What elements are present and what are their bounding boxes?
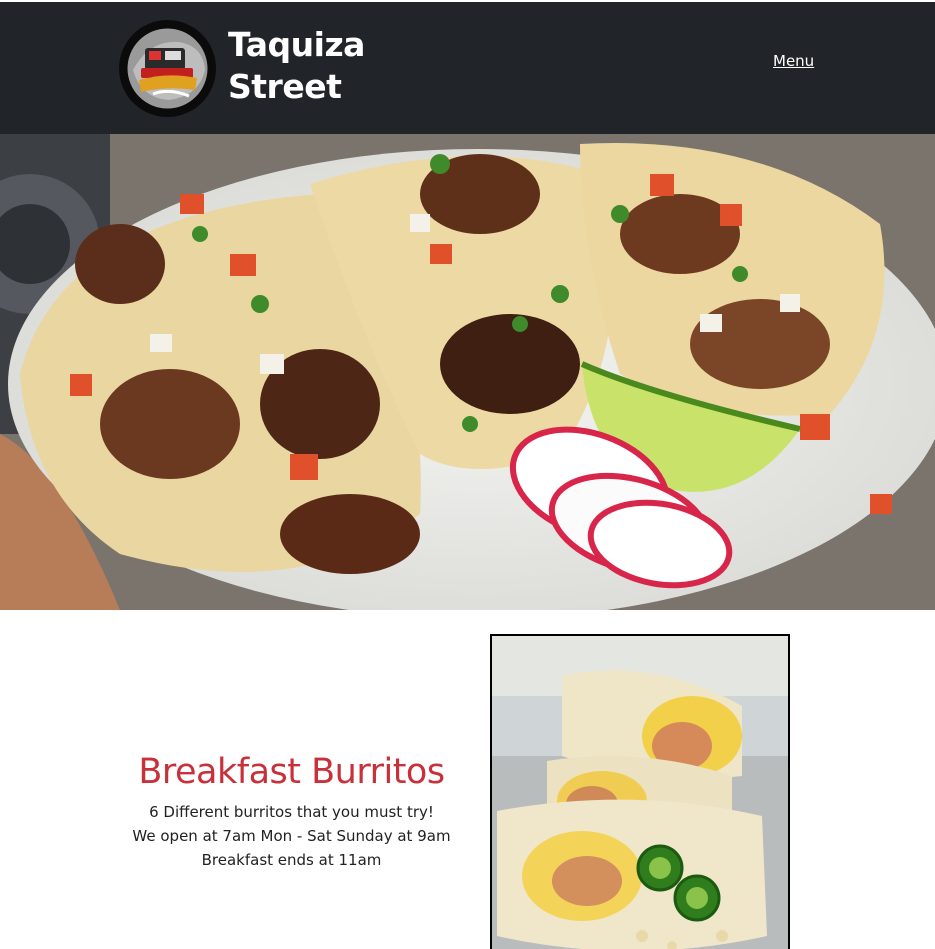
feature-line-1: 6 Different burritos that you must try! xyxy=(149,803,434,821)
burrito-illustration xyxy=(492,636,788,949)
menu-link[interactable]: Menu xyxy=(773,52,814,70)
feature-title: Breakfast Burritos xyxy=(138,752,445,792)
navbar: Taquiza Street Menu xyxy=(0,2,935,134)
brand-logo[interactable] xyxy=(119,20,216,117)
brand-line-1: Taquiza xyxy=(228,25,365,64)
tacos-plate-illustration xyxy=(0,134,935,610)
feature-line-3: Breakfast ends at 11am xyxy=(201,851,382,869)
brand-name[interactable]: Taquiza Street xyxy=(228,24,365,108)
breakfast-burritos-section: Breakfast Burritos 6 Different burritos … xyxy=(100,750,483,872)
feature-line-2: We open at 7am Mon - Sat Sunday at 9am xyxy=(132,827,451,845)
hero-tacos-image xyxy=(0,134,935,610)
taco-truck-logo-icon xyxy=(119,20,216,117)
breakfast-burrito-image xyxy=(490,634,790,949)
brand-line-2: Street xyxy=(228,67,342,106)
feature-description: 6 Different burritos that you must try! … xyxy=(100,800,483,872)
